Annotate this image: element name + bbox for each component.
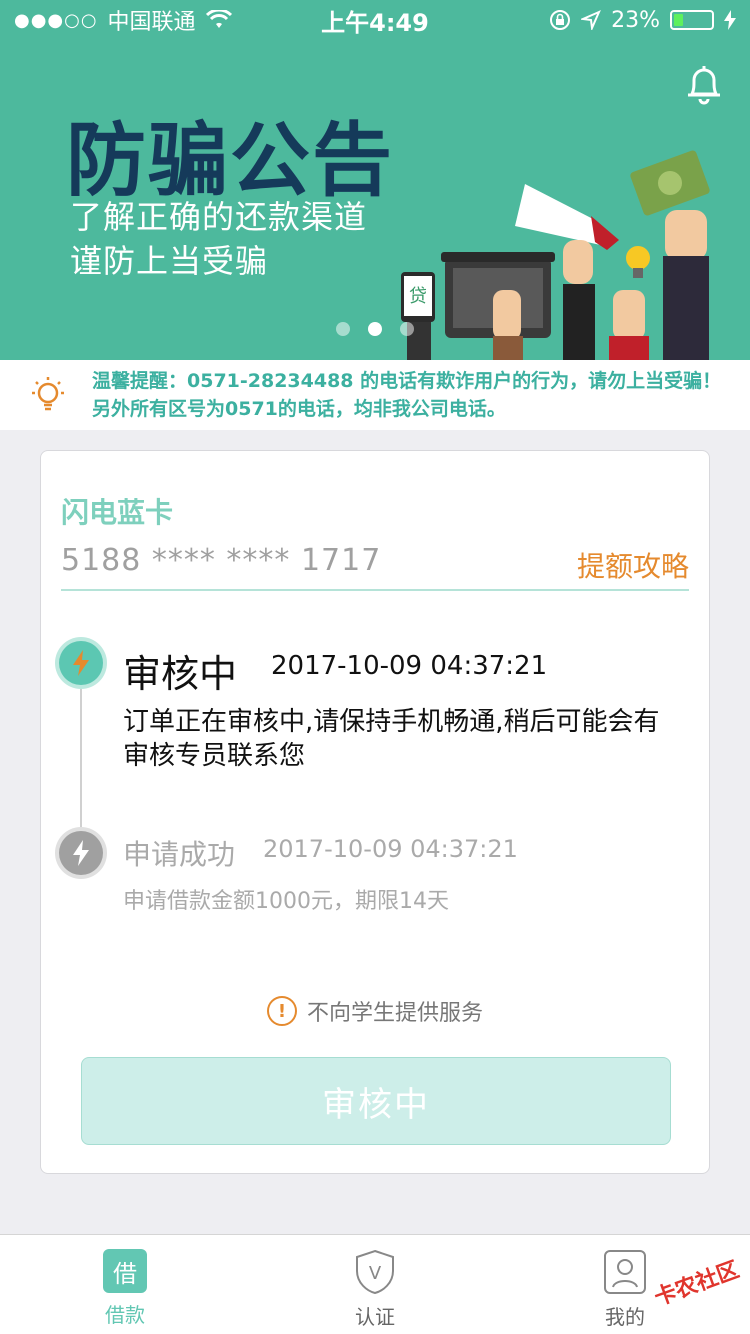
shield-icon: V	[356, 1249, 394, 1295]
signal-strength: ●●●○○	[14, 9, 98, 31]
step-reviewing-time: 2017-10-09 04:37:21	[271, 651, 548, 681]
rotation-lock-icon	[550, 10, 571, 30]
phone-logo-text: 贷	[409, 286, 427, 307]
student-notice: ! 不向学生提供服务	[41, 995, 709, 1027]
user-icon	[604, 1250, 646, 1294]
location-icon	[581, 10, 602, 30]
warning-icon: !	[266, 996, 297, 1026]
loan-icon: 借	[103, 1249, 147, 1293]
status-bar: ●●●○○ 中国联通 上午4:49 23%	[0, 0, 750, 40]
limit-strategy-link[interactable]: 提额攻略	[577, 545, 689, 585]
wifi-icon	[205, 10, 232, 28]
loan-card: 闪电蓝卡 5188 **** **** 1717 提额攻略 审核中 2017-1…	[40, 450, 710, 1174]
banner-illustration: 贷	[401, 150, 710, 360]
battery-percent: 23%	[611, 7, 660, 33]
carousel-dot-3[interactable]	[400, 322, 414, 336]
lightning-icon	[59, 831, 103, 875]
lightbulb-icon	[32, 377, 64, 411]
shield-icon-letter: V	[369, 1263, 382, 1284]
fraud-warning-notice: 温馨提醒：0571-28234488 的电话有欺诈用户的行为，请勿上当受骗！另外…	[0, 360, 750, 430]
carousel-dots[interactable]	[336, 322, 414, 336]
notice-text: 温馨提醒：0571-28234488 的电话有欺诈用户的行为，请勿上当受骗！另外…	[92, 370, 722, 420]
step-applied-title: 申请成功	[123, 838, 236, 871]
tab-loan[interactable]: 借 借款	[0, 1235, 250, 1334]
card-divider	[61, 589, 689, 591]
carousel-dot-1[interactable]	[336, 322, 350, 336]
charging-icon	[724, 10, 736, 30]
step-applied-time: 2017-10-09 04:37:21	[263, 835, 518, 863]
tab-bar: 借 借款 V 认证 我的	[0, 1234, 750, 1334]
card-name: 闪电蓝卡	[61, 496, 174, 529]
banner-subtitle-line2: 谨防上当受骗	[70, 242, 269, 280]
bell-icon[interactable]	[684, 62, 724, 106]
tab-loan-label: 借款	[105, 1303, 145, 1327]
timeline-line	[80, 673, 82, 843]
tab-verify[interactable]: V 认证	[250, 1235, 500, 1334]
carrier-name: 中国联通	[107, 10, 196, 35]
lightning-icon	[59, 641, 103, 685]
carousel-dot-2[interactable]	[368, 322, 382, 336]
tab-mine-label: 我的	[605, 1305, 645, 1329]
promo-banner[interactable]: ●●●○○ 中国联通 上午4:49 23% 防骗公告 了解正确的还款渠道 谨防上…	[0, 0, 750, 360]
step-reviewing-desc: 订单正在审核中,请保持手机畅通,稍后可能会有审核专员联系您	[123, 707, 660, 771]
step-applied-desc: 申请借款金额1000元，期限14天	[123, 889, 449, 914]
banner-subtitle-line1: 了解正确的还款渠道	[70, 198, 368, 236]
student-notice-text: 不向学生提供服务	[306, 1001, 483, 1026]
reviewing-button[interactable]: 审核中	[81, 1057, 671, 1145]
card-number: 5188 **** **** 1717	[61, 543, 382, 578]
step-reviewing-title: 审核中	[123, 652, 238, 696]
battery-icon	[670, 10, 714, 30]
tab-verify-label: 认证	[355, 1305, 395, 1329]
